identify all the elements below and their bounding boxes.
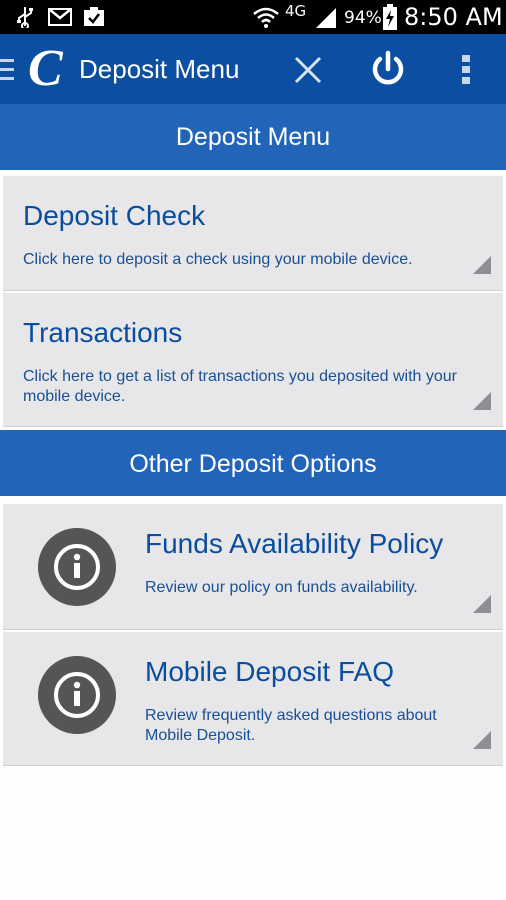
- funds-availability-description: Review our policy on funds availability.: [145, 579, 418, 596]
- info-icon: [38, 656, 116, 734]
- page-title: Deposit Menu: [79, 54, 240, 84]
- clock: 8:50 AM: [404, 3, 503, 31]
- app-logo[interactable]: C: [28, 43, 72, 95]
- mobile-deposit-faq-item[interactable]: Mobile Deposit FAQ Review frequently ask…: [3, 632, 503, 766]
- wifi-icon: [252, 6, 280, 28]
- other-deposit-options-header: Other Deposit Options: [0, 430, 506, 496]
- expand-corner-icon: [473, 392, 491, 410]
- app-bar: C Deposit Menu: [0, 34, 506, 104]
- transactions-description: Click here to get a list of transactions…: [23, 368, 457, 405]
- deposit-menu-header: Deposit Menu: [0, 104, 506, 170]
- deposit-check-title: Deposit Check: [23, 200, 206, 231]
- close-icon[interactable]: [292, 54, 324, 86]
- menu-icon[interactable]: [0, 59, 14, 81]
- network-type: 4G: [285, 2, 307, 20]
- deposit-check-description: Click here to deposit a check using your…: [23, 251, 413, 268]
- mobile-deposit-faq-description: Review frequently asked questions about …: [145, 707, 437, 744]
- status-bar: 4G 94% 8:50 AM: [0, 0, 506, 34]
- info-icon: [38, 528, 116, 606]
- task-icon: [82, 6, 106, 28]
- overflow-menu-icon[interactable]: [458, 54, 474, 86]
- signal-icon: [314, 6, 338, 28]
- funds-availability-title: Funds Availability Policy: [145, 528, 444, 559]
- gmail-icon: [47, 6, 73, 28]
- transactions-title: Transactions: [23, 317, 183, 348]
- battery-charging-icon: [382, 4, 398, 30]
- deposit-check-item[interactable]: Deposit Check Click here to deposit a ch…: [3, 176, 503, 291]
- funds-availability-item[interactable]: Funds Availability Policy Review our pol…: [3, 504, 503, 630]
- expand-corner-icon: [473, 731, 491, 749]
- expand-corner-icon: [473, 256, 491, 274]
- power-icon[interactable]: [370, 50, 406, 88]
- mobile-deposit-faq-title: Mobile Deposit FAQ: [145, 656, 394, 687]
- transactions-item[interactable]: Transactions Click here to get a list of…: [3, 293, 503, 427]
- battery-percent: 94%: [344, 8, 382, 28]
- expand-corner-icon: [473, 595, 491, 613]
- usb-icon: [14, 6, 36, 28]
